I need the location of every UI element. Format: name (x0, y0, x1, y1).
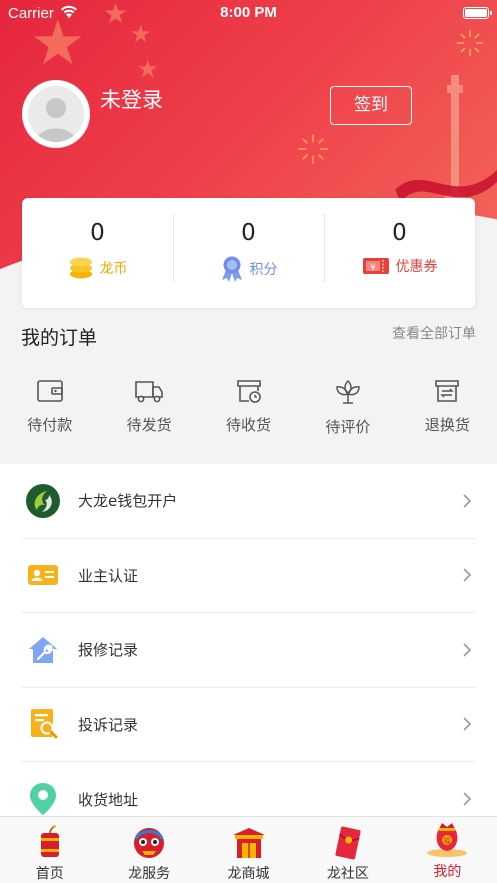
menu-item-label: 收货地址 (78, 790, 139, 809)
order-pending-shipment[interactable]: 待发货 (99, 378, 198, 437)
menu-item-label: 业主认证 (78, 566, 139, 585)
menu-item-repair-records[interactable]: 报修记录 (21, 613, 476, 688)
tab-services[interactable]: 龙服务 (99, 817, 198, 883)
view-all-orders-link[interactable]: 查看全部订单 (392, 323, 476, 343)
clock: 8:00 PM (220, 4, 277, 21)
id-card-icon (28, 565, 58, 586)
status-bar: Carrier 8:00 PM (0, 0, 497, 26)
stat-points[interactable]: 0 积分 (173, 198, 324, 308)
stat-value: 0 (392, 220, 407, 246)
chevron-right-icon (463, 643, 472, 657)
order-label: 待发货 (126, 416, 172, 434)
repair-house-icon (29, 636, 57, 663)
stat-value: 0 (241, 220, 256, 246)
tab-mine[interactable]: 福 我的 (398, 817, 497, 883)
stat-coupons[interactable]: 0 ¥ 优惠券 (324, 198, 475, 308)
firework-icon (298, 134, 328, 164)
stat-label: 积分 (249, 262, 278, 278)
svg-text:福: 福 (444, 836, 451, 845)
menu-item-label: 投诉记录 (78, 715, 139, 734)
truck-icon (135, 381, 163, 403)
tab-community[interactable]: 龙社区 (298, 817, 397, 883)
order-returns[interactable]: 退换货 (398, 378, 497, 437)
lion-dance-icon (134, 828, 165, 858)
order-label: 待收货 (226, 416, 272, 434)
menu-list: 大龙e钱包开户 业主认证 报修记录 投诉记录 收货地址 (0, 464, 497, 816)
complaint-doc-icon (31, 709, 58, 739)
chevron-right-icon (463, 792, 472, 806)
stat-value: 0 (90, 220, 105, 246)
tab-label: 我的 (433, 864, 462, 880)
orders-section: 我的订单 查看全部订单 待付款 待发货 待收货 待评价 退换货 (0, 310, 497, 453)
order-label: 退换货 (424, 416, 470, 434)
coupon-icon: ¥ (362, 258, 389, 274)
tab-home[interactable]: 首页 (0, 817, 99, 883)
location-pin-icon (30, 783, 56, 816)
lucky-bag-icon: 福 (427, 823, 468, 857)
box-clock-icon (236, 380, 261, 403)
tab-label: 龙社区 (326, 866, 369, 882)
tab-label: 首页 (35, 866, 64, 882)
wallet-icon (36, 380, 63, 402)
firecracker-icon (40, 825, 59, 857)
chevron-right-icon (463, 568, 472, 582)
battery-icon (463, 7, 492, 19)
flower-icon (336, 379, 360, 404)
menu-item-label: 大龙e钱包开户 (78, 492, 178, 511)
user-silhouette-icon (36, 98, 76, 142)
username[interactable]: 未登录 (100, 84, 163, 114)
stat-coins[interactable]: 0 龙币 (22, 198, 173, 308)
tab-label: 龙服务 (128, 866, 171, 882)
profile-screen: ★ ★ ★ ★ Carrier 8:00 PM 未登录 签到 0 龙币 0 积分… (0, 0, 497, 883)
medal-icon (221, 256, 242, 282)
gate-icon (232, 828, 265, 858)
menu-item-label: 报修记录 (78, 641, 139, 660)
orders-title: 我的订单 (21, 327, 98, 349)
coin-stack-icon (69, 257, 92, 279)
order-pending-payment[interactable]: 待付款 (0, 378, 99, 437)
menu-item-complaint-records[interactable]: 投诉记录 (21, 688, 476, 762)
wallet-logo-icon (26, 483, 60, 518)
stat-label: 龙币 (99, 261, 128, 277)
chevron-right-icon (463, 717, 472, 731)
menu-item-wallet-account[interactable]: 大龙e钱包开户 (21, 464, 476, 539)
tab-label: 龙商城 (227, 866, 270, 882)
firework-icon (457, 30, 483, 56)
signin-button[interactable]: 签到 (330, 86, 412, 125)
exchange-box-icon (435, 380, 460, 402)
decor-star-icon: ★ (137, 55, 159, 83)
order-pending-review[interactable]: 待评价 (298, 378, 397, 437)
red-envelope-icon (335, 826, 361, 860)
stats-card: 0 龙币 0 积分 0 ¥ 优惠券 (22, 198, 475, 308)
chevron-right-icon (463, 494, 472, 508)
tab-mall[interactable]: 龙商城 (199, 817, 298, 883)
avatar[interactable] (22, 80, 90, 148)
svg-text:¥: ¥ (370, 263, 376, 273)
stat-label: 优惠券 (395, 259, 438, 275)
tab-bar: 首页 龙服务 龙商城 龙社区 福 我的 (0, 816, 497, 883)
menu-item-owner-verification[interactable]: 业主认证 (21, 539, 476, 613)
order-label: 待付款 (27, 416, 73, 434)
order-pending-receipt[interactable]: 待收货 (199, 378, 298, 437)
order-label: 待评价 (325, 418, 371, 436)
